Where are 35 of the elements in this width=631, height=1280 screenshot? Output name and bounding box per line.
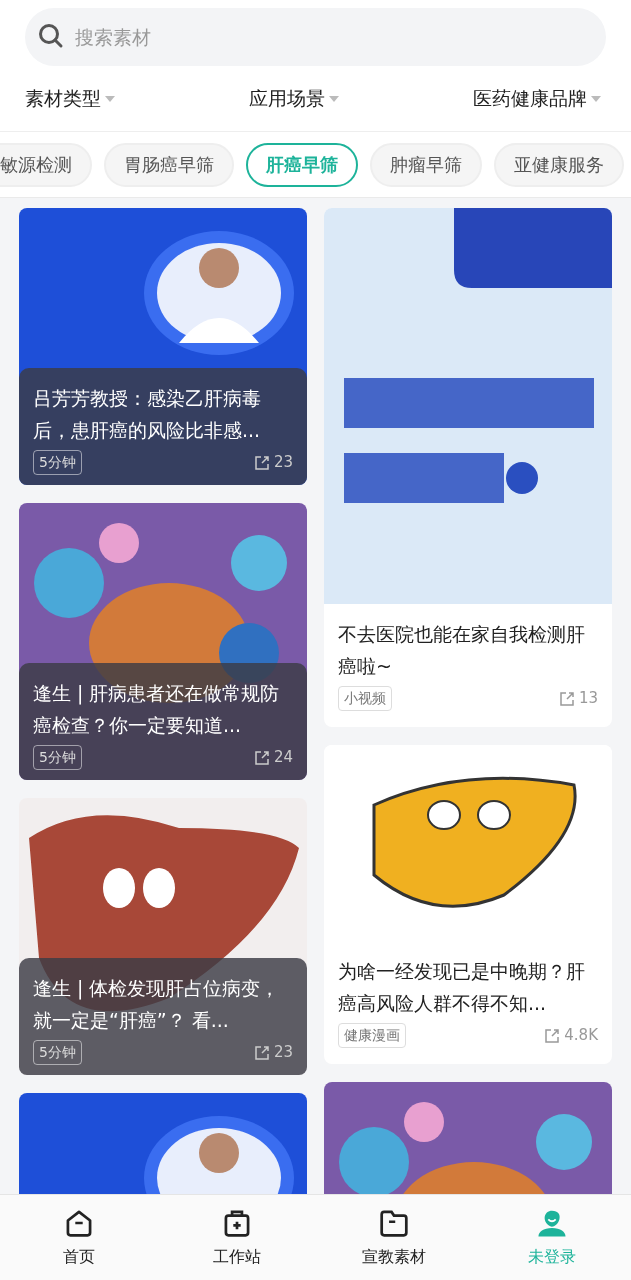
- filter-dropdown[interactable]: 素材类型: [25, 84, 115, 113]
- content-card[interactable]: 不去医院也能在家自我检测肝癌啦~ 小视频 13: [324, 208, 612, 727]
- share-count: 23: [273, 452, 293, 474]
- duration-tag: 5分钟: [33, 745, 82, 770]
- share-count: 24: [273, 747, 293, 769]
- filter-dropdown[interactable]: 医药健康品牌: [473, 84, 601, 113]
- card-title: 逢生 | 肝病患者还在做常规防癌检查？你一定要知道...: [33, 681, 281, 738]
- tab-bar-item[interactable]: 宣教素材: [315, 1195, 474, 1280]
- content-card[interactable]: 逢生 | 体检发现肝占位病变，就一定是“肝癌”？ 看... 5分钟 23: [19, 798, 307, 1075]
- share-count: 4.8K: [564, 1025, 598, 1047]
- search-field[interactable]: 搜索素材: [25, 8, 606, 66]
- filter-dropdown[interactable]: 应用场景: [249, 84, 339, 113]
- share-icon: [558, 690, 575, 707]
- duration-tag: 健康漫画: [338, 1023, 406, 1048]
- duration-tag: 小视频: [338, 686, 392, 711]
- content-card[interactable]: 吕芳芳教授：感染乙肝病毒后，患肝癌的风险比非感... 5分钟 23: [19, 208, 307, 485]
- category-chip[interactable]: 亚健康服务: [494, 142, 624, 187]
- card-title: 不去医院也能在家自我检测肝癌啦~: [338, 622, 586, 679]
- duration-tag: 5分钟: [33, 1040, 82, 1065]
- share-count: 23: [273, 1042, 293, 1064]
- card-title: 逢生 | 体检发现肝占位病变，就一定是“肝癌”？ 看...: [33, 976, 281, 1033]
- category-chip[interactable]: 胃肠癌早筛: [104, 142, 234, 187]
- card-title: 为啥一经发现已是中晚期？肝癌高风险人群不得不知...: [338, 959, 586, 1016]
- share-count: 13: [578, 688, 598, 710]
- duration-tag: 5分钟: [33, 450, 82, 475]
- tab-bar-item[interactable]: 首页: [0, 1195, 158, 1280]
- share-icon: [253, 749, 270, 766]
- share-icon: [253, 1044, 270, 1061]
- card-title: 吕芳芳教授：感染乙肝病毒后，患肝癌的风险比非感...: [33, 386, 262, 443]
- content-card[interactable]: 逢生 | 肝病患者还在做常规防癌检查？你一定要知道... 5分钟 24: [19, 503, 307, 780]
- category-chip[interactable]: 肿瘤早筛: [370, 142, 482, 187]
- category-chip[interactable]: 敏源检测: [0, 142, 92, 187]
- tab-bar-item[interactable]: 工作站: [157, 1195, 316, 1280]
- share-icon: [253, 454, 270, 471]
- share-icon: [544, 1027, 561, 1044]
